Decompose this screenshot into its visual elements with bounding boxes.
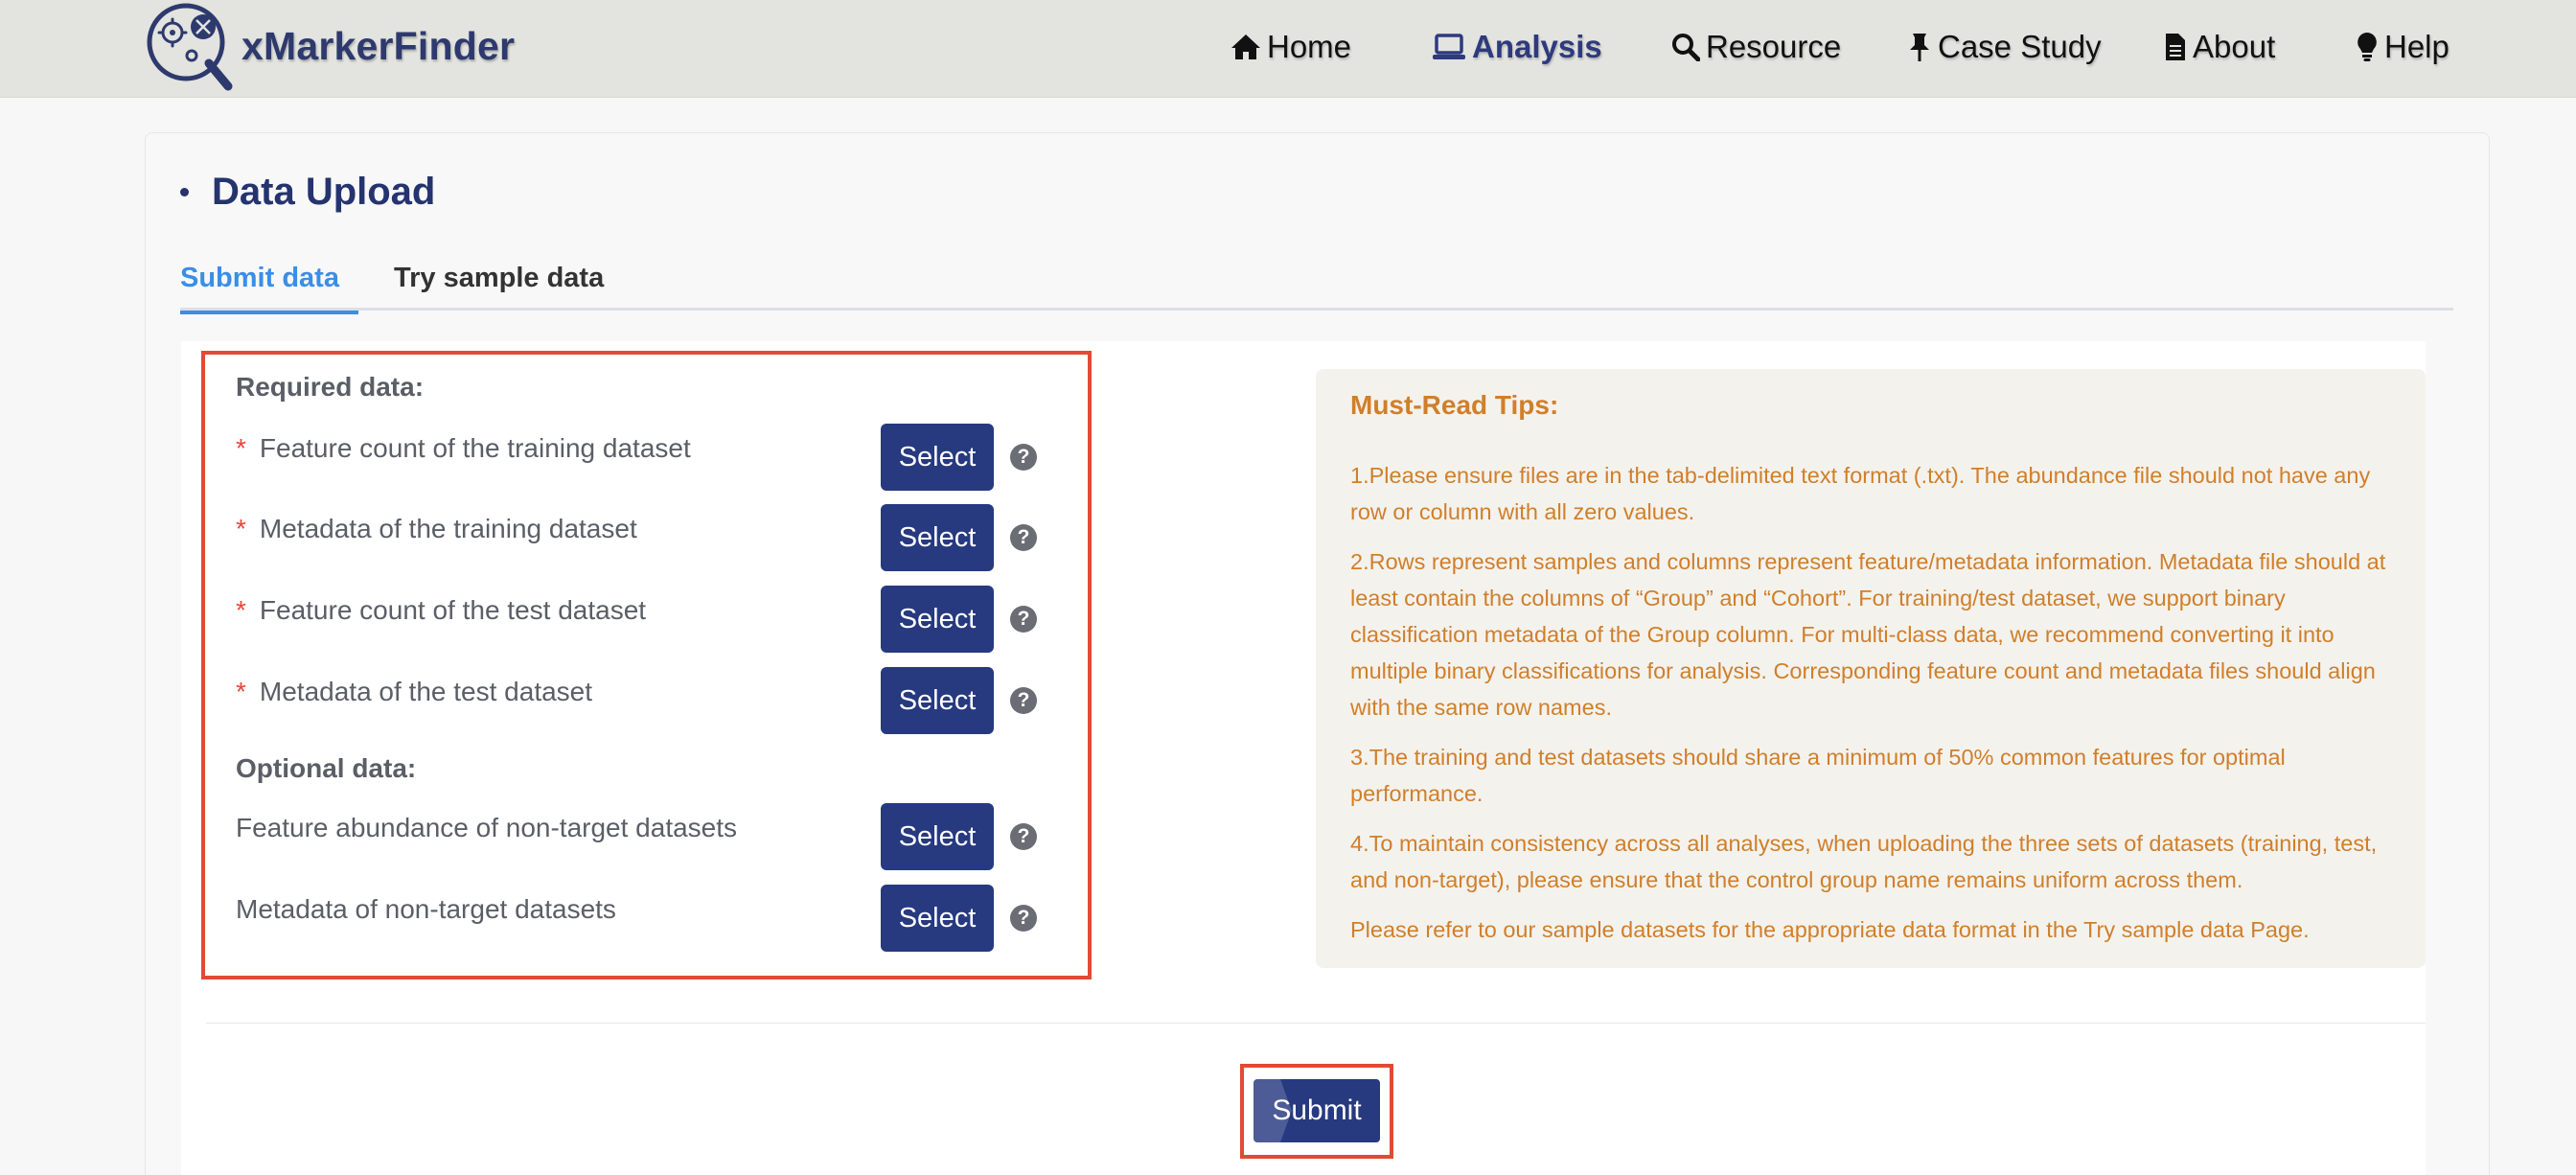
- tab-bar: Submit data Try sample data: [180, 251, 2453, 314]
- pushpin-icon: [1910, 34, 1929, 61]
- tip-item: 4.To maintain consistency across all ana…: [1350, 831, 2378, 892]
- upload-row-nontarget-metadata: Metadata of non-target datasets Select ?: [236, 885, 1037, 952]
- page-title-text: Data Upload: [212, 170, 436, 213]
- lightbulb-icon: [2358, 33, 2377, 61]
- required-marker: *: [236, 595, 246, 625]
- tip-item: Please refer to our sample datasets for …: [1350, 917, 2310, 942]
- nav-home-label: Home: [1267, 29, 1352, 64]
- brand[interactable]: xMarkerFinder: [144, 2, 516, 91]
- tip-item: 1.Please ensure files are in the tab-del…: [1350, 463, 2371, 524]
- upload-label-text: Feature count of the test dataset: [259, 595, 647, 625]
- upload-row-test-metadata: * Metadata of the test dataset Select ?: [236, 667, 1037, 734]
- tips-title: Must-Read Tips:: [1350, 390, 1559, 420]
- home-icon: [1231, 35, 1260, 59]
- nav-analysis-label: Analysis: [1472, 29, 1602, 64]
- select-training-metadata-button[interactable]: Select: [881, 504, 994, 571]
- upload-row-label: Feature abundance of non-target datasets: [236, 813, 738, 842]
- upload-row-label: * Metadata of the training dataset: [236, 514, 637, 544]
- nav-analysis[interactable]: Analysis: [1432, 23, 1602, 71]
- upload-row-label: * Feature count of the training dataset: [236, 433, 691, 464]
- bullet-icon: [180, 187, 189, 196]
- select-nontarget-feature-button[interactable]: Select: [881, 803, 994, 870]
- required-marker: *: [236, 514, 246, 543]
- upload-row-label: * Metadata of the test dataset: [236, 677, 592, 707]
- top-navbar: xMarkerFinder Home Analysis Resource Cas…: [0, 0, 2576, 98]
- upload-row-test-feature: * Feature count of the test dataset Selec…: [236, 586, 1037, 653]
- upload-row-training-metadata: * Metadata of the training dataset Select…: [236, 504, 1037, 571]
- tip-item: 3.The training and test datasets should …: [1350, 745, 2286, 806]
- nav-resource[interactable]: Resource: [1671, 23, 1841, 71]
- tab-submit-data[interactable]: Submit data: [180, 251, 358, 314]
- upload-row-training-feature: * Feature count of the training dataset S…: [236, 424, 1037, 491]
- upload-label-text: Metadata of the test dataset: [259, 677, 593, 706]
- required-data-heading: Required data:: [236, 372, 425, 402]
- select-training-feature-button[interactable]: Select: [881, 424, 994, 491]
- upload-row-label: * Feature count of the test dataset: [236, 595, 646, 626]
- nav-about[interactable]: About: [2164, 23, 2275, 71]
- required-marker: *: [236, 433, 246, 463]
- tip-item: 2.Rows represent samples and columns rep…: [1350, 549, 2386, 720]
- upload-row-label: Metadata of non-target datasets: [236, 894, 616, 924]
- help-icon[interactable]: ?: [1010, 687, 1037, 714]
- optional-data-heading: Optional data:: [236, 753, 417, 783]
- document-icon: [2166, 34, 2185, 60]
- nav-help-label: Help: [2384, 29, 2450, 64]
- tab-try-sample-data[interactable]: Try sample data: [394, 251, 605, 311]
- required-marker: *: [236, 677, 246, 706]
- search-icon: [1672, 34, 1700, 61]
- help-icon[interactable]: ?: [1010, 524, 1037, 551]
- nav-resource-label: Resource: [1706, 29, 1842, 64]
- submit-button-label: Submit: [1272, 1094, 1362, 1126]
- laptop-icon: [1433, 34, 1465, 59]
- submit-button[interactable]: Submit: [1254, 1079, 1380, 1142]
- must-read-tips: Must-Read Tips: 1.Please ensure files ar…: [1316, 369, 2426, 968]
- help-icon[interactable]: ?: [1010, 823, 1037, 850]
- nav-help[interactable]: Help: [2356, 23, 2450, 71]
- select-test-metadata-button[interactable]: Select: [881, 667, 994, 734]
- upload-row-nontarget-feature: Feature abundance of non-target datasets…: [236, 803, 1037, 870]
- logo-icon: [147, 3, 233, 91]
- nav-about-label: About: [2193, 29, 2276, 64]
- select-nontarget-metadata-button[interactable]: Select: [881, 885, 994, 952]
- nav-home[interactable]: Home: [1230, 23, 1351, 71]
- help-icon[interactable]: ?: [1010, 444, 1037, 471]
- form-divider: [206, 1023, 2426, 1024]
- help-icon[interactable]: ?: [1010, 606, 1037, 633]
- select-test-feature-button[interactable]: Select: [881, 586, 994, 653]
- nav-case-study-label: Case Study: [1938, 29, 2102, 64]
- nav-case-study[interactable]: Case Study: [1907, 23, 2102, 71]
- brand-name: xMarkerFinder: [242, 23, 516, 68]
- upload-label-text: Feature count of the training dataset: [259, 433, 691, 463]
- page-title: Data Upload: [180, 165, 435, 219]
- help-icon[interactable]: ?: [1010, 905, 1037, 932]
- upload-label-text: Metadata of the training dataset: [259, 514, 637, 543]
